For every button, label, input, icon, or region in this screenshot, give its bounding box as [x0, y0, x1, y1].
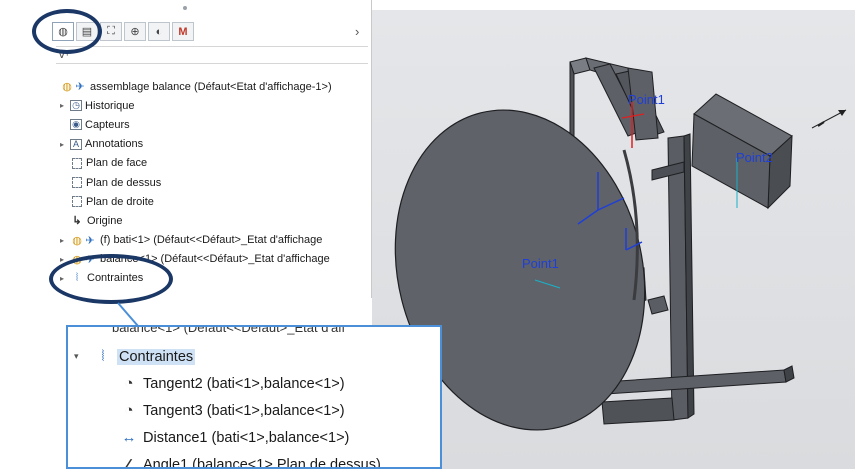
- assembly-icon[interactable]: ◍: [52, 22, 74, 41]
- graphics-viewport[interactable]: Point1 Point2 Point1: [372, 10, 855, 469]
- expand-arrow-icon[interactable]: ▸: [60, 101, 70, 110]
- feature-tree: ◍ ✈ assemblage balance (Défaut<Etat d'af…: [60, 77, 372, 288]
- tree-item-label: Plan de dessus: [86, 176, 162, 189]
- tree-item-label: Origine: [87, 214, 123, 227]
- plane-icon: [72, 177, 82, 189]
- mates-list: ▾ ⦚ Contraintes ◔ Tangent2 (bati<1>,bala…: [74, 343, 381, 469]
- property-manager-icon[interactable]: ▤: [76, 22, 98, 41]
- expand-arrow-icon[interactable]: ▸: [60, 255, 70, 264]
- tree-root[interactable]: ◍ ✈ assemblage balance (Défaut<Etat d'af…: [60, 77, 372, 96]
- view-arrow: [811, 109, 847, 129]
- tree-item-label: Annotations: [85, 138, 144, 151]
- tree-item-capteurs[interactable]: ◉ Capteurs: [60, 115, 372, 134]
- expand-arrow-icon[interactable]: ▸: [60, 236, 70, 245]
- mates-folder-row[interactable]: ▾ ⦚ Contraintes: [74, 343, 381, 370]
- mates-icon: ⦚: [101, 348, 105, 365]
- origin-icon: ↳: [72, 215, 82, 228]
- mate-label: Tangent2 (bati<1>,balance<1>): [143, 375, 345, 392]
- assembly-3d-view[interactable]: Point1 Point2 Point1: [372, 10, 855, 469]
- expand-arrow-icon[interactable]: ▸: [60, 140, 70, 149]
- dimxpert-icon[interactable]: ⊕: [124, 22, 146, 41]
- tree-item-label: Plan de face: [86, 157, 148, 170]
- tree-item-origine[interactable]: ↳ Origine: [60, 211, 372, 230]
- plane-icon: [72, 196, 82, 208]
- configuration-manager-icon[interactable]: ⛶: [100, 22, 122, 41]
- tree-item-label: balance<1> (Défaut<<Défaut>_Etat d'affic…: [100, 253, 330, 266]
- tree-filter-bar[interactable]: ∀·: [56, 46, 368, 64]
- tree-item-label: Contraintes: [87, 272, 144, 285]
- annotations-icon: A: [70, 138, 82, 150]
- mate-row-tangent3[interactable]: ◔ Tangent3 (bati<1>,balance<1>): [74, 397, 381, 424]
- display-state-icon: ✈: [75, 81, 85, 94]
- tree-item-annotations[interactable]: ▸ A Annotations: [60, 135, 372, 154]
- feature-manager-panel: ◍ ▤ ⛶ ⊕ ◐ M › ∀· ◍ ✈ assemblage balance …: [0, 0, 372, 298]
- expand-arrow-icon[interactable]: ▸: [60, 274, 70, 283]
- mate-row-tangent2[interactable]: ◔ Tangent2 (bati<1>,balance<1>): [74, 370, 381, 397]
- tree-item-plan-de-face[interactable]: Plan de face: [60, 154, 372, 173]
- mate-label: Angle1 (balance<1>,Plan de dessus): [143, 456, 381, 469]
- mates-folder-label: Contraintes: [117, 348, 196, 365]
- tree-item-bati[interactable]: ▸ ◍ ✈ (f) bati<1> (Défaut<<Défaut>_Etat …: [60, 231, 372, 250]
- point1-top-label: Point1: [628, 92, 665, 107]
- panel-grip-dot[interactable]: [183, 6, 187, 10]
- part-icon: ◍: [72, 234, 82, 247]
- filter-icon[interactable]: ∀·: [58, 48, 69, 61]
- distance-mate-icon: ↔: [121, 429, 137, 446]
- sensors-icon: ◉: [70, 119, 82, 131]
- point2-label: Point2: [736, 150, 773, 165]
- tree-item-historique[interactable]: ▸ ◷ Historique: [60, 96, 372, 115]
- feature-manager-tabbar: ◍ ▤ ⛶ ⊕ ◐ M: [52, 22, 194, 42]
- mate-row-angle1[interactable]: ∠ Angle1 (balance<1>,Plan de dessus): [74, 451, 381, 469]
- plane-icon: [72, 157, 82, 169]
- mates-callout: balance<1> (Défaut<<Défaut>_Etat d'aff ▾…: [66, 325, 442, 469]
- tree-item-label: Plan de droite: [86, 195, 154, 208]
- tab-overflow-chevron-icon[interactable]: ›: [355, 24, 359, 39]
- mates-icon: ⦚: [75, 271, 79, 284]
- mate-label: Tangent3 (bati<1>,balance<1>): [143, 402, 345, 419]
- collapse-arrow-icon[interactable]: ▾: [74, 351, 92, 362]
- mate-label: Distance1 (bati<1>,balance<1>): [143, 429, 350, 446]
- part-icon: ◍: [72, 253, 82, 266]
- history-icon: ◷: [70, 100, 82, 112]
- tree-item-plan-de-droite[interactable]: Plan de droite: [60, 192, 372, 211]
- tangent-mate-icon: ◔: [124, 402, 134, 419]
- display-manager-icon[interactable]: ◐: [148, 22, 170, 41]
- mate-row-distance1[interactable]: ↔ Distance1 (bati<1>,balance<1>): [74, 424, 381, 451]
- tangent-mate-icon: ◔: [124, 375, 134, 392]
- tree-item-plan-de-dessus[interactable]: Plan de dessus: [60, 173, 372, 192]
- display-state-icon: ✈: [85, 253, 95, 266]
- tree-item-label: Historique: [85, 99, 135, 112]
- display-state-icon: ✈: [85, 234, 95, 247]
- assembly-icon: ◍: [62, 81, 72, 94]
- tree-root-label: assemblage balance (Défaut<Etat d'affich…: [90, 80, 332, 93]
- tree-item-label: Capteurs: [85, 118, 130, 131]
- tree-item-balance[interactable]: ▸ ◍ ✈ balance<1> (Défaut<<Défaut>_Etat d…: [60, 250, 372, 269]
- angle-mate-icon: ∠: [122, 456, 136, 469]
- point1-disc-label: Point1: [522, 256, 559, 271]
- callout-previous-row: balance<1> (Défaut<<Défaut>_Etat d'aff: [112, 325, 346, 335]
- tree-item-contraintes[interactable]: ▸ ⦚ Contraintes: [60, 269, 372, 288]
- tree-item-label: (f) bati<1> (Défaut<<Défaut>_Etat d'affi…: [100, 234, 323, 247]
- m-addin-icon[interactable]: M: [172, 22, 194, 41]
